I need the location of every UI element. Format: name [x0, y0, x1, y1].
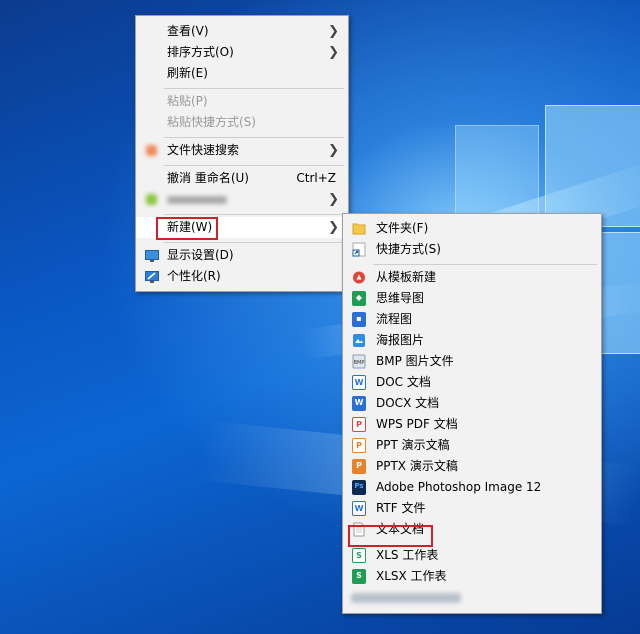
- folder-icon: [352, 221, 366, 236]
- flowchart-icon: ▪: [352, 312, 366, 327]
- menu-item-label: RTF 文件: [376, 501, 426, 515]
- chevron-right-icon: ❯: [328, 24, 339, 39]
- submenu-item-shortcut[interactable]: 快捷方式(S): [343, 239, 601, 260]
- menu-item-label: XLSX 工作表: [376, 569, 447, 583]
- app-icon: [146, 194, 157, 205]
- submenu-item-xlsx[interactable]: S XLSX 工作表: [343, 566, 601, 587]
- menu-item-view[interactable]: 查看(V) ❯: [136, 21, 348, 42]
- submenu-item-rtf[interactable]: W RTF 文件: [343, 498, 601, 519]
- menu-item-personalize[interactable]: 个性化(R): [136, 266, 348, 287]
- submenu-item-poster[interactable]: 海报图片: [343, 330, 601, 351]
- bmp-icon: BMP: [352, 354, 366, 369]
- svg-text:BMP: BMP: [354, 360, 365, 366]
- menu-item-label: 快捷方式(S): [376, 242, 441, 256]
- menu-item-label: 文件夹(F): [376, 221, 429, 235]
- menu-item-label: XLS 工作表: [376, 548, 439, 562]
- menu-item-display-settings[interactable]: 显示设置(D): [136, 245, 348, 266]
- menu-item-shortcut: Ctrl+Z: [296, 171, 336, 185]
- submenu-item-photoshop[interactable]: Ps Adobe Photoshop Image 12: [343, 477, 601, 498]
- menu-item-label: 撤消 重命名(U): [167, 171, 249, 185]
- menu-item-label: WPS PDF 文档: [376, 417, 458, 431]
- menu-item-refresh[interactable]: 刷新(E): [136, 63, 348, 84]
- new-submenu: 文件夹(F) 快捷方式(S) 从模板新建 ◆ 思维导图 ▪ 流程图 海报图片 B…: [342, 213, 602, 614]
- chevron-right-icon: ❯: [328, 143, 339, 158]
- menu-separator: [164, 137, 344, 138]
- submenu-item-docx[interactable]: W DOCX 文档: [343, 393, 601, 414]
- pdf-icon: P: [352, 417, 366, 432]
- app-icon: [146, 145, 157, 156]
- menu-item-label: 文件快速搜索: [167, 143, 240, 157]
- windows-logo-pane: [545, 105, 640, 227]
- menu-item-label: 排序方式(O): [167, 45, 234, 59]
- menu-item-label: 显示设置(D): [167, 248, 234, 262]
- submenu-item-pptx[interactable]: P PPTX 演示文稿: [343, 456, 601, 477]
- doc-icon: W: [352, 375, 366, 390]
- menu-item-label: 思维导图: [376, 291, 425, 305]
- windows-logo-pane: [455, 125, 539, 225]
- submenu-item-doc[interactable]: W DOC 文档: [343, 372, 601, 393]
- shortcut-icon: [352, 242, 366, 257]
- menu-item-label: 从模板新建: [376, 270, 437, 284]
- menu-separator: [164, 214, 344, 215]
- menu-item-label: 粘贴(P): [167, 94, 208, 108]
- menu-separator: [164, 88, 344, 89]
- xlsx-icon: S: [352, 569, 366, 584]
- xls-icon: S: [352, 548, 366, 563]
- menu-item-label: PPT 演示文稿: [376, 438, 450, 452]
- menu-item-blurred[interactable]: ❯: [136, 189, 348, 210]
- menu-item-label: BMP 图片文件: [376, 354, 454, 368]
- desktop-context-menu: 查看(V) ❯ 排序方式(O) ❯ 刷新(E) 粘贴(P) 粘贴快捷方式(S) …: [135, 15, 349, 292]
- pptx-icon: P: [352, 459, 366, 474]
- personalize-icon: [145, 270, 159, 283]
- menu-separator: [373, 264, 597, 265]
- menu-item-label: DOCX 文档: [376, 396, 440, 410]
- rtf-icon: W: [352, 501, 366, 516]
- submenu-item-xls[interactable]: S XLS 工作表: [343, 545, 601, 566]
- menu-item-label: 海报图片: [376, 333, 425, 347]
- menu-item-paste[interactable]: 粘贴(P): [136, 91, 348, 112]
- chevron-right-icon: ❯: [328, 45, 339, 60]
- menu-item-label: 流程图: [376, 312, 413, 326]
- menu-item-label: 个性化(R): [167, 269, 221, 283]
- submenu-item-wps-pdf[interactable]: P WPS PDF 文档: [343, 414, 601, 435]
- blurred-label: [351, 593, 461, 603]
- display-icon: [145, 249, 159, 262]
- menu-item-paste-shortcut[interactable]: 粘贴快捷方式(S): [136, 112, 348, 133]
- template-icon: [352, 270, 366, 285]
- menu-item-label: PPTX 演示文稿: [376, 459, 458, 473]
- docx-icon: W: [352, 396, 366, 411]
- submenu-item-from-template[interactable]: 从模板新建: [343, 267, 601, 288]
- mindmap-icon: ◆: [352, 291, 366, 306]
- submenu-item-bmp[interactable]: BMP BMP 图片文件: [343, 351, 601, 372]
- menu-separator: [164, 165, 344, 166]
- poster-icon: [352, 333, 366, 348]
- menu-separator: [164, 242, 344, 243]
- submenu-item-mindmap[interactable]: ◆ 思维导图: [343, 288, 601, 309]
- menu-item-label: 刷新(E): [167, 66, 208, 80]
- menu-item-quick-file-search[interactable]: 文件快速搜索 ❯: [136, 140, 348, 161]
- menu-item-undo-rename[interactable]: 撤消 重命名(U) Ctrl+Z: [136, 168, 348, 189]
- menu-item-label: Adobe Photoshop Image 12: [376, 480, 542, 494]
- submenu-item-flowchart[interactable]: ▪ 流程图: [343, 309, 601, 330]
- ppt-icon: P: [352, 438, 366, 453]
- submenu-item-folder[interactable]: 文件夹(F): [343, 218, 601, 239]
- photoshop-icon: Ps: [352, 480, 366, 495]
- blurred-label: [167, 196, 227, 204]
- chevron-right-icon: ❯: [328, 192, 339, 207]
- highlight-box: [156, 217, 218, 240]
- menu-item-label: 粘贴快捷方式(S): [167, 115, 256, 129]
- menu-item-sort-by[interactable]: 排序方式(O) ❯: [136, 42, 348, 63]
- submenu-item-blurred[interactable]: [343, 588, 601, 609]
- submenu-item-ppt[interactable]: P PPT 演示文稿: [343, 435, 601, 456]
- highlight-box: [348, 525, 433, 547]
- chevron-right-icon: ❯: [328, 220, 339, 235]
- menu-item-label: 查看(V): [167, 24, 209, 38]
- menu-item-label: DOC 文档: [376, 375, 431, 389]
